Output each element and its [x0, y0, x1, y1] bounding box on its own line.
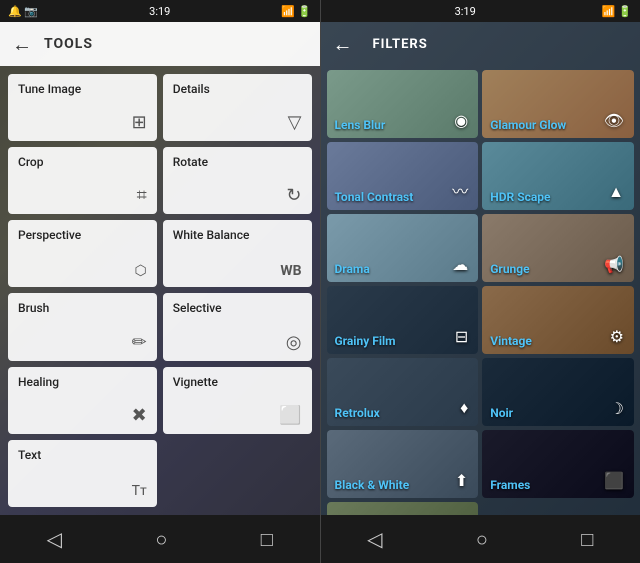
tool-white-balance[interactable]: White Balance WB: [163, 220, 312, 287]
tools-panel: 🔔 📷 3:19 📶 🔋 ← TOOLS Tune Image ⊞ Detail…: [0, 0, 320, 563]
tool-vignette[interactable]: Vignette ⬜: [163, 367, 312, 434]
tools-toolbar: ← TOOLS: [0, 22, 320, 66]
filter-vintage[interactable]: Vintage ⚙: [482, 286, 634, 354]
filter-lens-blur[interactable]: Lens Blur ◉: [327, 70, 479, 138]
nav-back-right[interactable]: ◁: [367, 527, 382, 551]
time-right: 3:19: [455, 5, 476, 18]
filter-black-white[interactable]: Black & White ⬆: [327, 430, 479, 498]
tool-tune-image[interactable]: Tune Image ⊞: [8, 74, 157, 141]
filter-drama[interactable]: Drama ☁: [327, 214, 479, 282]
vintage-icon: ⚙: [610, 327, 624, 346]
nav-recent-left[interactable]: □: [261, 527, 273, 552]
grunge-icon: 📢: [604, 255, 624, 274]
filter-grunge[interactable]: Grunge 📢: [482, 214, 634, 282]
filter-face[interactable]: Face ☻: [327, 502, 479, 515]
signal-icons-right: 📶 🔋: [602, 5, 632, 18]
tool-empty: [163, 440, 312, 507]
lens-blur-icon: ◉: [454, 111, 468, 130]
glamour-glow-icon: 👁: [604, 111, 624, 130]
back-button-right[interactable]: ←: [333, 32, 353, 57]
tool-rotate[interactable]: Rotate ↻: [163, 147, 312, 214]
vignette-icon: ⬜: [279, 405, 301, 426]
crop-icon: ⌗: [137, 185, 147, 206]
nav-back-left[interactable]: ◁: [47, 527, 62, 551]
filter-grainy-film[interactable]: Grainy Film ⊟: [327, 286, 479, 354]
filter-empty: [482, 502, 634, 515]
frames-icon: ⬛: [604, 471, 624, 490]
tool-brush[interactable]: Brush ✏: [8, 293, 157, 360]
filters-title: FILTERS: [365, 37, 436, 52]
back-button-left[interactable]: ←: [12, 32, 32, 57]
filters-toolbar: ← FILTERS: [321, 22, 640, 66]
filter-noir[interactable]: Noir ☽: [482, 358, 634, 426]
noir-icon: ☽: [610, 399, 624, 418]
white-balance-icon: WB: [280, 263, 301, 279]
tool-healing[interactable]: Healing ✖: [8, 367, 157, 434]
status-bar-left: 🔔 📷 3:19 📶 🔋: [0, 0, 320, 22]
tool-crop[interactable]: Crop ⌗: [8, 147, 157, 214]
tool-perspective[interactable]: Perspective ⬡: [8, 220, 157, 287]
tools-title: TOOLS: [44, 36, 93, 52]
tool-selective[interactable]: Selective ◎: [163, 293, 312, 360]
perspective-icon: ⬡: [135, 263, 147, 279]
filters-panel: 3:19 📶 🔋 ← FILTERS Lens Blur ◉ Glamour G…: [321, 0, 640, 563]
drama-icon: ☁: [452, 255, 468, 274]
notification-icon: 🔔 📷: [8, 5, 38, 18]
filter-frames[interactable]: Frames ⬛: [482, 430, 634, 498]
nav-recent-right[interactable]: □: [581, 527, 593, 552]
hdr-scape-icon: ▲: [608, 182, 624, 202]
tonal-contrast-icon: 〰: [452, 178, 468, 202]
rotate-icon: ↻: [286, 185, 301, 206]
tool-text[interactable]: Text Tт: [8, 440, 157, 507]
retrolux-icon: ♦: [460, 398, 468, 418]
selective-icon: ◎: [286, 332, 302, 353]
black-white-icon: ⬆: [455, 471, 468, 490]
bottom-nav-left: ◁ ○ □: [0, 515, 320, 563]
bottom-nav-right: ◁ ○ □: [321, 515, 640, 563]
nav-home-left[interactable]: ○: [155, 527, 167, 552]
nav-home-right[interactable]: ○: [476, 527, 488, 552]
filter-hdr-scape[interactable]: HDR Scape ▲: [482, 142, 634, 210]
filters-grid: Lens Blur ◉ Glamour Glow 👁 Tonal Contras…: [321, 66, 640, 515]
brush-icon: ✏: [132, 332, 147, 353]
details-icon: ▽: [288, 112, 302, 133]
filter-retrolux[interactable]: Retrolux ♦: [327, 358, 479, 426]
healing-icon: ✖: [132, 405, 147, 426]
tool-details[interactable]: Details ▽: [163, 74, 312, 141]
filter-tonal-contrast[interactable]: Tonal Contrast 〰: [327, 142, 479, 210]
tune-image-icon: ⊞: [132, 112, 147, 133]
grainy-film-icon: ⊟: [455, 327, 468, 346]
text-icon: Tт: [132, 483, 147, 499]
tools-grid: Tune Image ⊞ Details ▽ Crop ⌗ Rotate ↻ P…: [0, 66, 320, 515]
time-left: 3:19: [149, 5, 170, 18]
status-bar-right: 3:19 📶 🔋: [321, 0, 640, 22]
filter-glamour-glow[interactable]: Glamour Glow 👁: [482, 70, 634, 138]
signal-icons-left: 📶 🔋: [281, 5, 311, 18]
